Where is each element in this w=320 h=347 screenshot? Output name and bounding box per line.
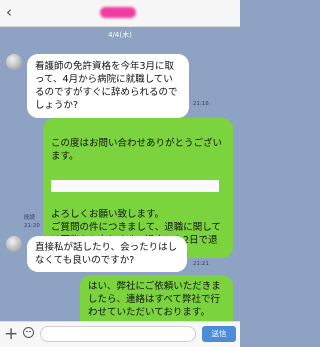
incoming-message-1: 看護師の免許資格を今年3月に取って、4月から病院に就職しているのですがすぐに辞め… — [27, 54, 189, 118]
contact-name-redacted — [100, 7, 136, 18]
send-button[interactable]: 送信 — [202, 326, 236, 342]
contact-avatar — [6, 54, 22, 70]
read-receipt: 既読 — [24, 215, 36, 221]
incoming-message-2: 直接私が話したり、会ったりはしなくても良いのですか? — [27, 236, 187, 272]
emoji-icon[interactable] — [23, 327, 34, 338]
message-composer: + 送信 — [0, 321, 240, 347]
plus-icon[interactable]: + — [4, 324, 18, 344]
back-arrow-icon[interactable]: ‹ — [6, 4, 12, 20]
outgoing-message-2: はい、弊社にご依頼いただきましたら、連絡はすべて弊社で行わせていただいております… — [80, 275, 233, 321]
message-timestamp: 21:21 — [193, 261, 209, 267]
outgoing-message-1-intro: この度はお問い合わせありがとうございます。 — [51, 138, 223, 162]
redacted-text — [51, 180, 219, 192]
message-input[interactable] — [40, 326, 196, 342]
message-timestamp: 21:20 — [24, 223, 40, 229]
message-timestamp: 21:16 — [193, 101, 209, 107]
contact-avatar — [6, 236, 22, 252]
date-separator: 4/4(木) — [108, 31, 132, 39]
chat-header: ‹ — [0, 0, 240, 27]
